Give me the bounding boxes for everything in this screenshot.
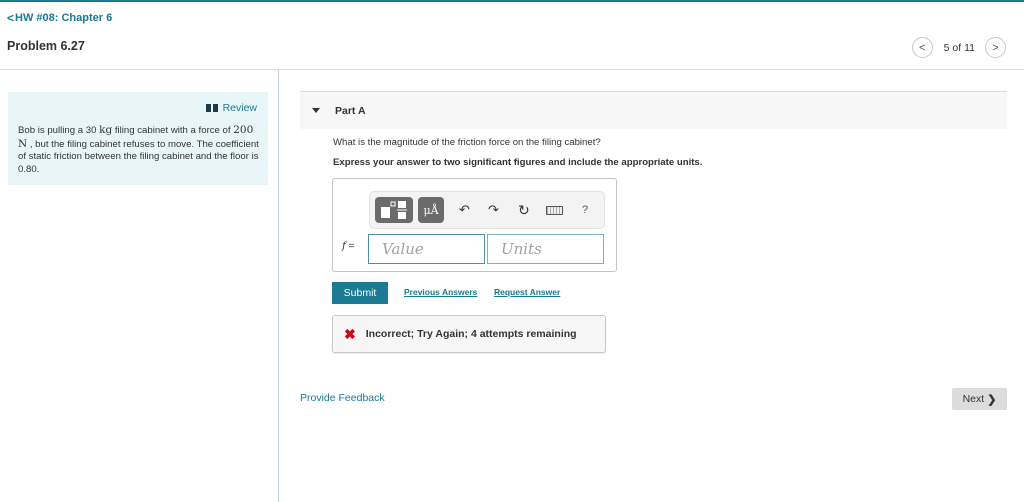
- units-input[interactable]: [487, 234, 604, 264]
- problem-text-segment: filing cabinet with a force of: [112, 125, 234, 136]
- review-link[interactable]: Review: [205, 102, 257, 114]
- chevron-left-icon: <: [918, 41, 926, 54]
- next-button[interactable]: Next ❯: [952, 388, 1007, 410]
- next-label: Next: [962, 393, 985, 405]
- help-icon[interactable]: ?: [582, 201, 588, 219]
- breadcrumb-label: HW #08: Chapter 6: [15, 12, 113, 24]
- chevron-left-icon: <: [7, 11, 15, 25]
- redo-icon[interactable]: ↷: [488, 201, 499, 219]
- next-problem-button[interactable]: >: [985, 37, 1006, 58]
- templates-icon: [381, 201, 407, 219]
- problem-count: 5 of 11: [943, 41, 975, 54]
- submit-button[interactable]: Submit: [332, 282, 388, 304]
- units-icon: μÅ: [423, 203, 439, 217]
- request-answer-link[interactable]: Request Answer: [494, 287, 560, 297]
- incorrect-icon: ✖: [344, 325, 356, 342]
- undo-icon[interactable]: ↶: [459, 201, 470, 219]
- units-button[interactable]: μÅ: [418, 197, 444, 223]
- instruction-text: Express your answer to two significant f…: [333, 157, 703, 168]
- provide-feedback-link[interactable]: Provide Feedback: [300, 392, 385, 404]
- question-text: What is the magnitude of the friction fo…: [333, 137, 601, 148]
- problem-statement: Bob is pulling a 30 kg filing cabinet wi…: [18, 124, 263, 176]
- review-label: Review: [222, 102, 257, 114]
- answer-entry-box: μÅ ↶ ↷ ↻ ? f =: [332, 178, 617, 272]
- chevron-right-icon: >: [992, 41, 999, 54]
- part-a-toggle[interactable]: Part A: [300, 91, 1007, 129]
- templates-button[interactable]: [375, 197, 413, 223]
- caret-down-icon: [312, 108, 320, 113]
- header-divider: [0, 69, 1024, 70]
- variable-label: f =: [342, 241, 354, 252]
- problem-text-segment: Bob is pulling a 30: [18, 125, 100, 136]
- book-icon: [205, 104, 218, 112]
- problem-pager: < 5 of 11 >: [911, 37, 1006, 58]
- top-accent-rule: [0, 0, 1024, 2]
- chevron-right-icon: ❯: [987, 393, 997, 406]
- feedback-message: Incorrect; Try Again; 4 attempts remaini…: [365, 328, 577, 340]
- column-divider: [278, 70, 279, 502]
- problem-text-segment: , but the filing cabinet refuses to move…: [18, 138, 259, 175]
- value-input[interactable]: [368, 234, 485, 264]
- breadcrumb-back-link[interactable]: < HW #08: Chapter 6: [7, 11, 112, 25]
- mass-unit: kg: [99, 124, 113, 136]
- part-label: Part A: [335, 104, 366, 117]
- reset-icon[interactable]: ↻: [518, 201, 530, 219]
- previous-problem-button[interactable]: <: [911, 37, 933, 58]
- keyboard-icon[interactable]: [546, 206, 563, 215]
- answer-feedback: ✖ Incorrect; Try Again; 4 attempts remai…: [332, 315, 606, 353]
- previous-answers-link[interactable]: Previous Answers: [404, 287, 477, 297]
- problem-statement-panel: Review Bob is pulling a 30 kg filing cab…: [8, 92, 268, 185]
- page-title: Problem 6.27: [7, 39, 85, 53]
- math-toolbar: μÅ ↶ ↷ ↻ ?: [369, 191, 605, 229]
- equals-sign: =: [345, 241, 355, 252]
